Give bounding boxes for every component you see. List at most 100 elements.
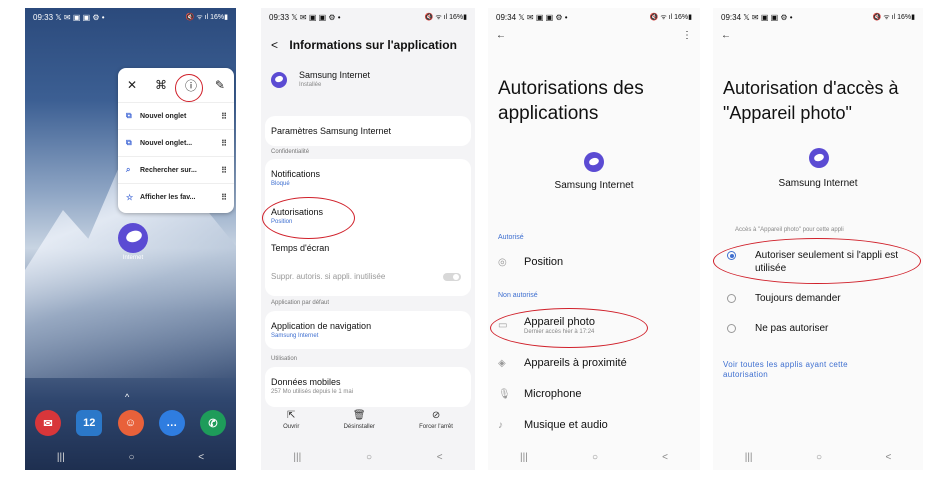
back-button[interactable]: < <box>662 452 668 463</box>
permission-sub: Dernier accès hier à 17:24 <box>524 329 595 335</box>
trash-icon: 🗑 <box>352 410 366 421</box>
back-icon[interactable]: < <box>271 38 278 52</box>
radio-selected[interactable] <box>727 251 736 260</box>
phone-app-icon[interactable]: ✆ <box>200 410 226 436</box>
suppress-permissions-toggle[interactable] <box>443 273 461 281</box>
location-icon: ◎ <box>498 256 507 268</box>
option-allow-while-using[interactable]: Autoriser seulement si l'appli est utili… <box>723 249 915 275</box>
status-bar: 09:34 𝕏 ✉ ▣ ▣ ⚙ • 🔇 ᯤ ıl 16%▮ <box>488 8 700 26</box>
dock: ✉ 12 ☺ … ✆ <box>31 410 230 436</box>
app-summary: Samsung Internet Installée <box>271 70 467 88</box>
home-button[interactable]: ○ <box>816 452 822 463</box>
permission-camera[interactable]: ▭ Appareil photo Dernier accès hier à 17… <box>498 316 690 335</box>
permission-label: Appareil photo <box>524 316 595 328</box>
status-right: 🔇 ᯤ ıl 16%▮ <box>424 13 467 21</box>
navigation-bar: ||| ○ < <box>713 444 923 470</box>
navigation-bar: ||| ○ < <box>488 444 700 470</box>
status-bar: 09:33 𝕏 ✉ ▣ ▣ ⚙ • 🔇 ᯤ ıl 16%▮ <box>25 8 236 26</box>
back-button[interactable]: < <box>437 452 443 463</box>
status-time: 09:33 𝕏 ✉ ▣ ▣ ⚙ • <box>269 12 341 22</box>
recents-button[interactable]: ||| <box>745 452 753 463</box>
drag-handle-icon[interactable]: ⠿ <box>221 112 227 121</box>
menu-item-search[interactable]: ⌕ Rechercher sur... ⠿ <box>118 156 234 183</box>
messages-app-icon[interactable]: … <box>158 410 185 436</box>
privacy-card: Notifications Bloqué Autorisations Posit… <box>265 159 471 296</box>
option-label-line-1: Autoriser seulement si l'appli est <box>755 250 899 261</box>
back-button[interactable]: < <box>885 452 891 463</box>
page-title-line-2: applications <box>498 103 599 124</box>
suppress-permissions-row[interactable]: Suppr. autoris. si appli. inutilisée <box>265 272 391 281</box>
see-all-apps-link[interactable]: Voir toutes les applis ayant cette autor… <box>723 360 903 380</box>
music-note-icon: ♪ <box>498 419 503 431</box>
permission-nearby[interactable]: ◈ Appareils à proximité <box>498 357 690 369</box>
drag-handle-icon[interactable]: ⠿ <box>221 139 227 148</box>
recents-button[interactable]: ||| <box>57 452 65 463</box>
page-title: Autorisations des applications <box>498 76 644 126</box>
samsung-internet-app-icon[interactable] <box>118 223 148 253</box>
tab-icon: ⧉ <box>126 138 132 147</box>
recents-button[interactable]: ||| <box>520 452 528 463</box>
option-label: Ne pas autoriser <box>755 323 829 334</box>
link-line-2: autorisation <box>723 370 768 379</box>
settings-row: Paramètres Samsung Internet <box>271 126 392 136</box>
permission-music[interactable]: ♪ Musique et audio <box>498 419 690 431</box>
permission-position[interactable]: ◎ Position <box>498 256 690 268</box>
section-usage: Utilisation <box>271 356 298 362</box>
status-time: 09:34 𝕏 ✉ ▣ ▣ ⚙ • <box>721 12 793 22</box>
radio-unselected[interactable] <box>727 324 736 333</box>
app-label: Internet <box>122 255 144 261</box>
page-title-line-1: Autorisation d'accès à <box>723 78 899 98</box>
force-stop-label: Forcer l'arrêt <box>419 424 453 430</box>
mobile-data-label: Données mobiles <box>271 377 341 387</box>
permission-microphone[interactable]: 🎙 Microphone <box>498 388 690 400</box>
more-options-icon[interactable]: ⋮ <box>682 30 692 41</box>
home-button[interactable]: ○ <box>592 452 598 463</box>
email-app-icon[interactable]: ✉ <box>35 410 61 436</box>
menu-item-new-tab[interactable]: ⧉ Nouvel onglet ⠿ <box>118 102 234 129</box>
tab-icon: ⧉ <box>126 111 132 120</box>
notifications-label: Notifications <box>271 169 321 179</box>
page-title: Informations sur l'application <box>289 38 457 52</box>
drag-handle-icon[interactable]: ⠿ <box>221 193 227 202</box>
widgets-icon[interactable]: ⌘ <box>155 78 167 92</box>
back-button[interactable]: < <box>198 452 204 463</box>
screen-time-row[interactable]: Temps d'écran <box>265 243 335 253</box>
menu-item-favorites[interactable]: ☆ Afficher les fav... ⠿ <box>118 183 234 210</box>
top-bar: ← <box>721 30 915 41</box>
home-button[interactable]: ○ <box>366 452 372 463</box>
status-time: 09:33 𝕏 ✉ ▣ ▣ ⚙ • <box>33 12 105 22</box>
link-line-1: Voir toutes les applis ayant cette <box>723 360 848 369</box>
permissions-row[interactable]: Autorisations Position <box>265 207 329 225</box>
uninstall-button[interactable]: 🗑 Désinstaller <box>344 410 375 444</box>
info-icon[interactable]: ⓘ <box>185 77 197 94</box>
close-icon[interactable]: ✕ <box>127 78 137 92</box>
recents-button[interactable]: ||| <box>293 452 301 463</box>
microphone-icon: 🎙 <box>498 388 511 400</box>
option-deny[interactable]: Ne pas autoriser <box>723 322 915 335</box>
settings-card[interactable]: Paramètres Samsung Internet <box>265 116 471 146</box>
samsung-internet-logo <box>809 148 829 168</box>
app-name: Samsung Internet <box>554 180 634 191</box>
drag-handle-icon[interactable]: ⠿ <box>221 166 227 175</box>
back-arrow-icon[interactable]: ← <box>721 30 731 41</box>
section-privacy: Confidentialité <box>271 149 310 155</box>
home-button[interactable]: ○ <box>128 452 134 463</box>
force-stop-button[interactable]: ⊘ Forcer l'arrêt <box>419 410 453 444</box>
menu-item-new-tab-2[interactable]: ⧉ Nouvel onglet... ⠿ <box>118 129 234 156</box>
usage-card[interactable]: Données mobiles 257 Mo utilisés depuis l… <box>265 367 471 407</box>
permission-label: Musique et audio <box>524 419 608 431</box>
samsung-internet-logo <box>271 72 287 88</box>
notifications-row[interactable]: Notifications Bloqué <box>265 169 326 187</box>
open-button[interactable]: ⇱ Ouvrir <box>283 410 299 444</box>
back-arrow-icon[interactable]: ← <box>496 30 506 41</box>
default-app-card[interactable]: Application de navigation Samsung Intern… <box>265 311 471 349</box>
status-right: 🔇 ᯤ ıl 16%▮ <box>649 13 692 21</box>
contacts-app-icon[interactable]: ☺ <box>117 410 144 436</box>
calendar-app-icon[interactable]: 12 <box>76 410 103 436</box>
edit-icon[interactable]: ✎ <box>215 78 225 92</box>
radio-unselected[interactable] <box>727 294 736 303</box>
page-title: Autorisation d'accès à "Appareil photo" <box>723 76 899 126</box>
menu-item-label: Nouvel onglet... <box>140 139 193 147</box>
option-always-ask[interactable]: Toujours demander <box>723 292 915 305</box>
chevron-up-icon: ^ <box>125 392 130 402</box>
